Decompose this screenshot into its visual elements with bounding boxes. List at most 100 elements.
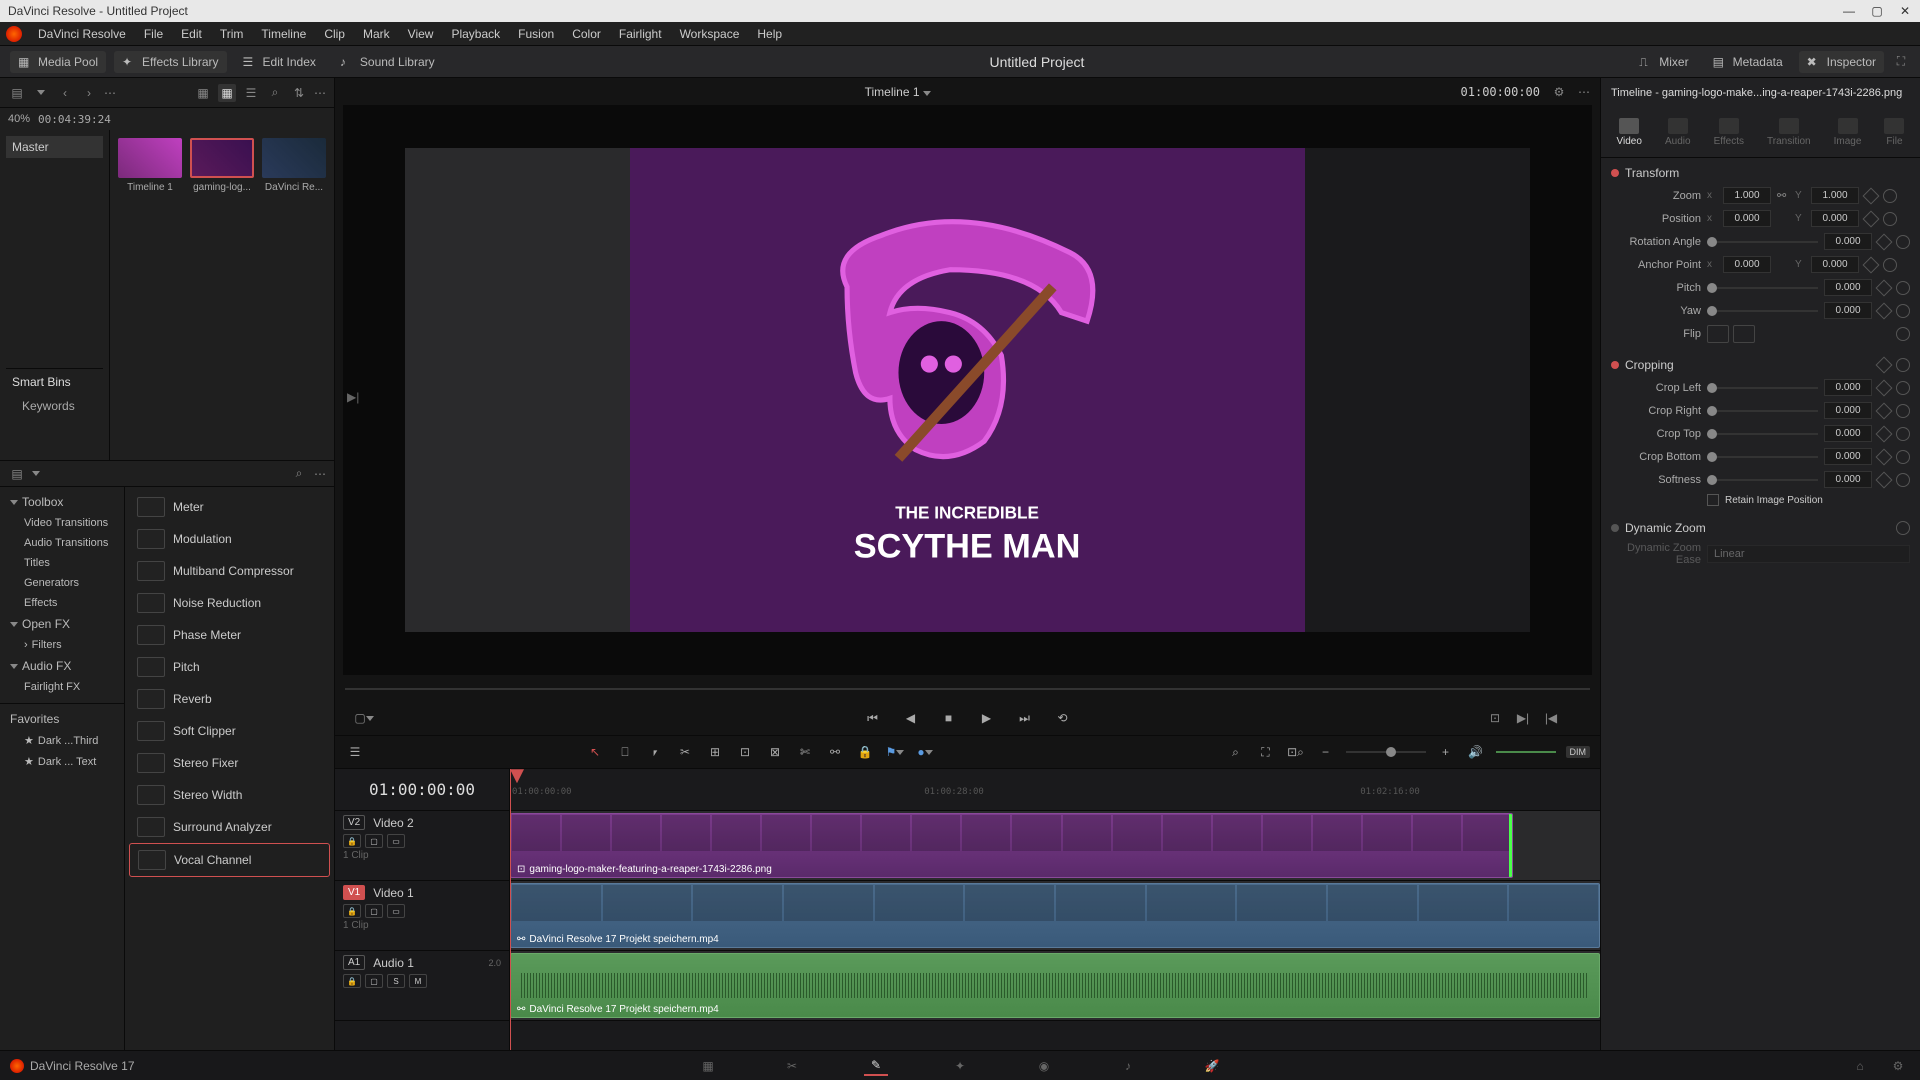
first-frame-icon[interactable]: ⏮: [861, 706, 885, 730]
marker-icon[interactable]: ●: [915, 742, 935, 762]
playhead-icon[interactable]: [510, 769, 524, 783]
lock-icon[interactable]: 🔒: [343, 974, 361, 988]
trim-tool-icon[interactable]: ⎕: [615, 742, 635, 762]
fx-item-reverb[interactable]: Reverb: [129, 683, 330, 715]
sort-icon[interactable]: ⇅: [290, 84, 308, 102]
inspector-button[interactable]: ✖Inspector: [1799, 51, 1884, 73]
settings-icon[interactable]: ⚙: [1886, 1056, 1910, 1076]
zoom-y-field[interactable]: [1811, 187, 1859, 204]
crop-bottom-slider[interactable]: [1707, 456, 1818, 458]
dim-button[interactable]: DIM: [1566, 746, 1591, 758]
replace-icon[interactable]: ⊠: [765, 742, 785, 762]
fx-item-pitch[interactable]: Pitch: [129, 651, 330, 683]
blade-edit-icon[interactable]: ✄: [795, 742, 815, 762]
crop-left-slider[interactable]: [1707, 387, 1818, 389]
fx-item-modulation[interactable]: Modulation: [129, 523, 330, 555]
crop-icon[interactable]: ▢: [355, 709, 373, 727]
clip-thumb-davinci[interactable]: DaVinci Re...: [262, 138, 326, 193]
timeline-tracks[interactable]: 01:00:00:00 01:00:28:00 01:02:16:00 ⊡gam…: [510, 769, 1600, 1050]
menu-fusion[interactable]: Fusion: [510, 25, 562, 43]
track-head-a1[interactable]: A1Audio 12.0 🔒▢SM: [335, 951, 509, 1021]
viewer-scrubber[interactable]: [345, 679, 1590, 697]
nav-fwd-icon[interactable]: ›: [80, 84, 98, 102]
minimize-icon[interactable]: —: [1842, 4, 1856, 18]
menu-clip[interactable]: Clip: [316, 25, 353, 43]
edit-index-button[interactable]: ☰Edit Index: [235, 51, 324, 73]
custom-zoom-icon[interactable]: ⊡⌕: [1286, 742, 1306, 762]
keyframe-icon[interactable]: [1876, 471, 1893, 488]
play-reverse-icon[interactable]: ◀: [899, 706, 923, 730]
match-frame-icon[interactable]: ⊡: [1486, 709, 1504, 727]
volume-slider[interactable]: [1496, 751, 1556, 753]
play-icon[interactable]: ▶: [975, 706, 999, 730]
flag-icon[interactable]: ⚑: [885, 742, 905, 762]
nav-back-icon[interactable]: ‹: [56, 84, 74, 102]
pitch-slider[interactable]: [1707, 287, 1818, 289]
tab-image[interactable]: Image: [1830, 114, 1866, 151]
menu-mark[interactable]: Mark: [355, 25, 398, 43]
keyframe-icon[interactable]: [1876, 402, 1893, 419]
auto-select-icon[interactable]: ▢: [365, 834, 383, 848]
lock-icon[interactable]: 🔒: [855, 742, 875, 762]
chevron-down-icon[interactable]: [923, 91, 931, 96]
insert-icon[interactable]: ⊞: [705, 742, 725, 762]
crop-top-field[interactable]: [1824, 425, 1872, 442]
page-fusion-icon[interactable]: ✦: [948, 1056, 972, 1076]
section-transform[interactable]: Transform: [1611, 162, 1910, 184]
link-icon[interactable]: ⚯: [1777, 189, 1789, 202]
pool-menu-icon[interactable]: ▤: [8, 84, 26, 102]
preview-viewer[interactable]: THE INCREDIBLE SCYTHE MAN ▶|: [343, 105, 1592, 675]
close-icon[interactable]: ✕: [1898, 4, 1912, 18]
media-pool-button[interactable]: ▦Media Pool: [10, 51, 106, 73]
loop-icon[interactable]: ⟲: [1051, 706, 1075, 730]
clip-v2[interactable]: ⊡gaming-logo-maker-featuring-a-reaper-17…: [510, 813, 1513, 878]
tab-effects[interactable]: Effects: [1710, 114, 1748, 151]
page-fairlight-icon[interactable]: ♪: [1116, 1056, 1140, 1076]
reset-icon[interactable]: [1883, 189, 1897, 203]
fx-item-stereo-width[interactable]: Stereo Width: [129, 779, 330, 811]
softness-slider[interactable]: [1707, 479, 1818, 481]
yaw-slider[interactable]: [1707, 310, 1818, 312]
ease-select[interactable]: Linear: [1707, 545, 1910, 563]
reset-icon[interactable]: [1896, 235, 1910, 249]
fx-item-phase-meter[interactable]: Phase Meter: [129, 619, 330, 651]
flip-v-button[interactable]: [1733, 325, 1755, 343]
last-frame-icon[interactable]: ⏭: [1013, 706, 1037, 730]
zoom-x-field[interactable]: [1723, 187, 1771, 204]
list-view-icon[interactable]: ▦: [194, 84, 212, 102]
reset-icon[interactable]: [1896, 304, 1910, 318]
fx-item-noise-reduction[interactable]: Noise Reduction: [129, 587, 330, 619]
pos-x-field[interactable]: [1723, 210, 1771, 227]
zoom-in-icon[interactable]: +: [1436, 742, 1456, 762]
fx-fav-2[interactable]: ★ Dark ... Text: [0, 751, 124, 772]
menu-timeline[interactable]: Timeline: [253, 25, 314, 43]
menu-playback[interactable]: Playback: [443, 25, 508, 43]
keyframe-icon[interactable]: [1876, 379, 1893, 396]
mute-button[interactable]: M: [409, 974, 427, 988]
blade-tool-icon[interactable]: ✂: [675, 742, 695, 762]
search-icon[interactable]: ⌕: [290, 465, 308, 483]
disable-icon[interactable]: ▭: [387, 904, 405, 918]
reset-icon[interactable]: [1896, 327, 1910, 341]
zoom-fit-icon[interactable]: ⛶: [1256, 742, 1276, 762]
fx-item-soft-clipper[interactable]: Soft Clipper: [129, 715, 330, 747]
pitch-field[interactable]: [1824, 279, 1872, 296]
fx-item-surround[interactable]: Surround Analyzer: [129, 811, 330, 843]
prev-clip-icon[interactable]: ▶|: [347, 390, 359, 404]
menu-help[interactable]: Help: [749, 25, 790, 43]
clip-thumb-timeline1[interactable]: Timeline 1: [118, 138, 182, 193]
strip-view-icon[interactable]: ☰: [242, 84, 260, 102]
fx-cat-titles[interactable]: Titles: [0, 553, 124, 573]
dynamic-trim-icon[interactable]: ⎖: [645, 742, 665, 762]
fx-cat-video-transitions[interactable]: Video Transitions: [0, 513, 124, 533]
reset-icon[interactable]: [1896, 381, 1910, 395]
timeline-timecode[interactable]: 01:00:00:00: [335, 769, 509, 811]
expand-icon[interactable]: ⛶: [1892, 53, 1910, 71]
effects-library-button[interactable]: ✦Effects Library: [114, 51, 226, 73]
page-deliver-icon[interactable]: 🚀: [1200, 1056, 1224, 1076]
rotation-field[interactable]: [1824, 233, 1872, 250]
flip-h-button[interactable]: [1707, 325, 1729, 343]
retain-checkbox[interactable]: [1707, 494, 1719, 506]
keyframe-icon[interactable]: [1876, 302, 1893, 319]
clip-thumb-gaming-logo[interactable]: gaming-log...: [190, 138, 254, 193]
